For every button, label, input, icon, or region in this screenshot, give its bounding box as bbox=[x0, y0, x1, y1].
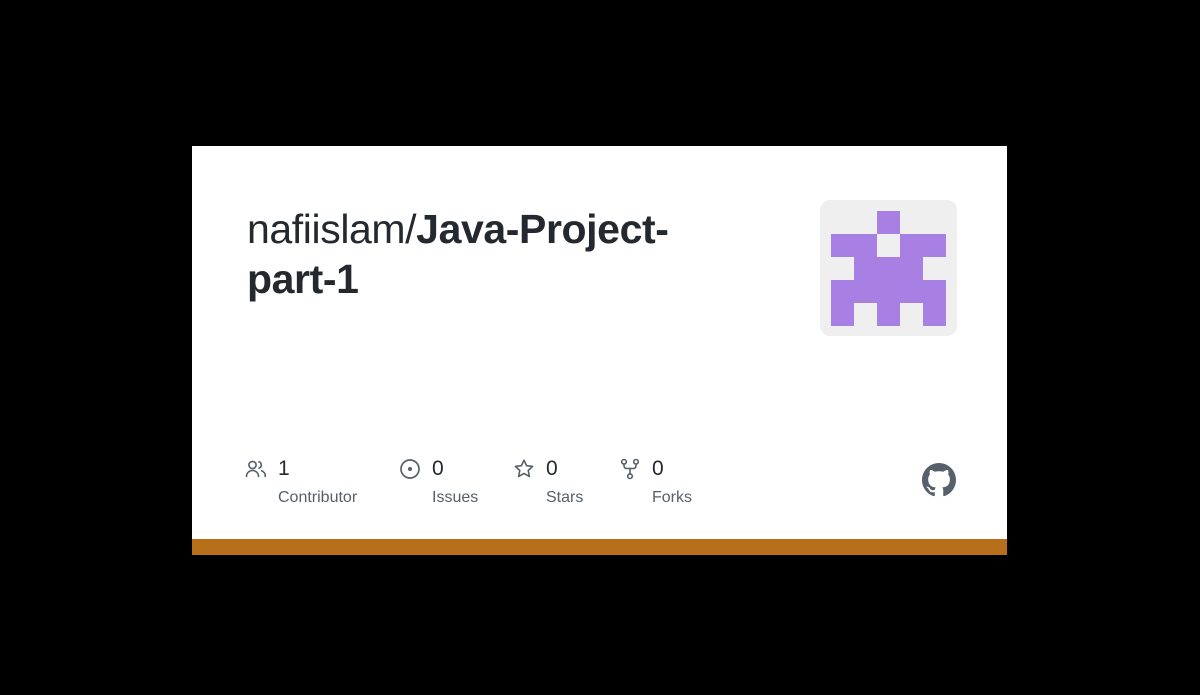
identicon-icon bbox=[831, 211, 946, 326]
brand-accent-bar bbox=[192, 539, 1007, 555]
issue-icon bbox=[400, 459, 420, 479]
people-icon bbox=[245, 460, 267, 478]
issues-count: 0 bbox=[432, 457, 444, 480]
page-background: nafiislam/Java-Project-part-1 1 Contribu… bbox=[0, 0, 1200, 695]
issues-label: Issues bbox=[432, 489, 479, 506]
forks-count: 0 bbox=[652, 457, 664, 480]
repo-title[interactable]: nafiislam/Java-Project-part-1 bbox=[247, 204, 747, 304]
github-icon[interactable] bbox=[922, 463, 956, 497]
repo-owner-avatar[interactable] bbox=[820, 200, 957, 336]
fork-icon bbox=[620, 458, 640, 480]
forks-label: Forks bbox=[652, 489, 692, 506]
stars-count: 0 bbox=[546, 457, 558, 480]
repo-social-card: nafiislam/Java-Project-part-1 1 Contribu… bbox=[192, 146, 1007, 555]
stars-label: Stars bbox=[546, 489, 584, 506]
repo-owner[interactable]: nafiislam/ bbox=[247, 206, 417, 252]
star-icon bbox=[514, 459, 534, 478]
contributors-label: Contributor bbox=[278, 489, 358, 506]
contributors-count: 1 bbox=[278, 457, 290, 480]
